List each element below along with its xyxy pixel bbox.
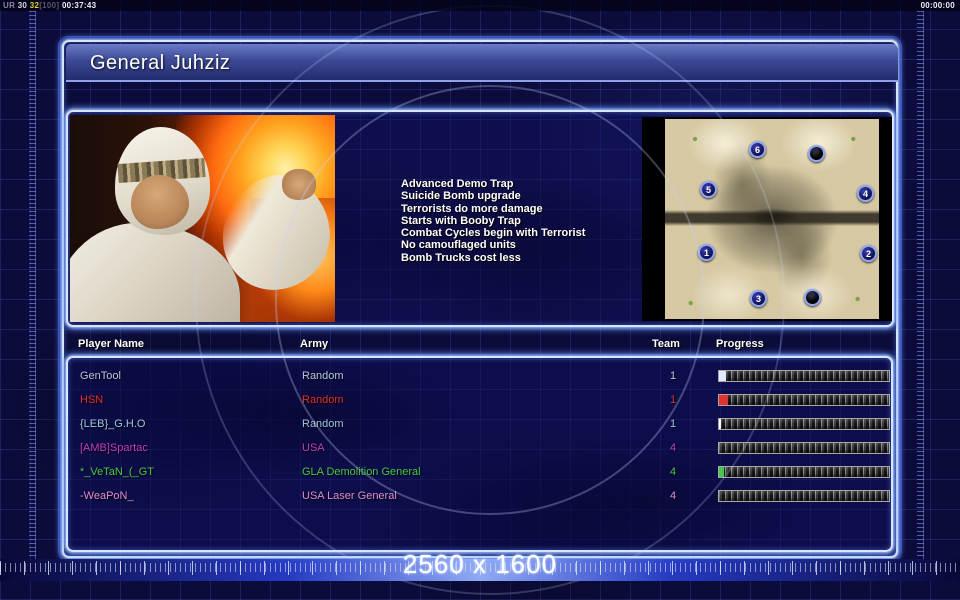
progress-bar-fill	[719, 419, 721, 429]
progress-bar-fill	[719, 395, 728, 405]
player-team: 1	[669, 418, 677, 430]
player-row: GenTool Random 1	[68, 366, 891, 390]
column-header-army: Army	[300, 338, 329, 350]
portrait-face	[130, 175, 190, 229]
start-position-marker-6: 6	[749, 141, 766, 158]
player-name: *_VeTaN_(_GT	[80, 466, 154, 478]
progress-bar	[718, 442, 890, 454]
column-header-team: Team	[652, 338, 680, 350]
gentool-fps: 30	[17, 1, 28, 10]
trait-line: Bomb Trucks cost less	[401, 251, 521, 264]
player-army: USA Laser General	[302, 490, 397, 502]
player-row: *_VeTaN_(_GT GLA Demolition General 4	[68, 462, 891, 486]
player-row: [AMB]Spartac USA 4	[68, 438, 891, 462]
player-row: HSN Random 1	[68, 390, 891, 414]
gentool-overlay: UR 30 32[100] 00:37:43	[3, 1, 96, 10]
start-position-marker-2: 2	[860, 245, 877, 262]
portrait-hand	[282, 168, 317, 200]
progress-bar	[718, 466, 890, 478]
column-header-progress: Progress	[716, 338, 764, 350]
progress-bar	[718, 394, 890, 406]
general-info-panel: Advanced Demo Trap Suicide Bomb upgrade Te…	[66, 110, 894, 327]
player-army: Random	[302, 418, 344, 430]
gentool-bracket: [100]	[39, 1, 60, 10]
minimap-terrain: 6 5 4 1 2 3	[665, 119, 879, 319]
trait-line: Suicide Bomb upgrade	[401, 190, 521, 203]
general-traits-list: Advanced Demo Trap Suicide Bomb upgrade Te…	[401, 178, 681, 264]
player-name: {LEB}_G.H.O	[80, 418, 146, 430]
loading-screen: UR 30 32[100] 00:37:43 00:00:00 General …	[0, 0, 960, 600]
trait-line: No camouflaged units	[401, 239, 516, 252]
player-army: Random	[302, 370, 344, 382]
player-army: GLA Demolition General	[302, 466, 421, 478]
player-team: 1	[669, 370, 677, 382]
status-bar: UR 30 32[100] 00:37:43 00:00:00	[0, 0, 960, 11]
player-team: 1	[669, 394, 677, 406]
player-name: HSN	[80, 394, 104, 406]
right-ruler	[917, 11, 924, 580]
progress-bar-fill	[719, 467, 725, 477]
player-army: Random	[302, 394, 344, 406]
start-position-marker	[808, 145, 825, 162]
progress-bar	[718, 418, 890, 430]
start-position-marker-5: 5	[700, 181, 717, 198]
player-team: 4	[669, 466, 677, 478]
start-position-marker-1: 1	[698, 244, 715, 261]
trait-line: Starts with Booby Trap	[401, 214, 521, 227]
player-table: GenTool Random 1 HSN Random 1 {LEB}_G.H.O Rando…	[66, 356, 893, 552]
player-name: GenTool	[80, 370, 121, 382]
left-ruler	[29, 11, 36, 580]
resolution-label: 2560 x 1600	[402, 549, 558, 579]
match-clock: 00:00:00	[920, 1, 955, 10]
progress-bar-fill	[719, 371, 726, 381]
start-position-marker-4: 4	[857, 185, 874, 202]
player-name: -WeaPoN_	[80, 490, 134, 502]
page-title: General Juhziz	[90, 52, 231, 74]
trait-line: Terrorists do more damage	[401, 202, 543, 215]
gentool-session-time: 00:37:43	[61, 1, 97, 10]
title-bar: General Juhziz	[66, 44, 898, 82]
progress-bar	[718, 490, 890, 502]
gentool-label: UR	[3, 1, 16, 10]
trait-line: Advanced Demo Trap	[401, 178, 514, 190]
player-team: 4	[669, 442, 677, 454]
player-table-header: Player Name Army Team Progress	[66, 338, 894, 354]
player-row: {LEB}_G.H.O Random 1	[68, 414, 891, 438]
progress-bar	[718, 370, 890, 382]
player-name: [AMB]Spartac	[80, 442, 148, 454]
start-position-marker	[804, 289, 821, 306]
general-portrait	[70, 115, 335, 322]
player-team: 4	[669, 490, 677, 502]
player-army: USA	[302, 442, 325, 454]
player-row: -WeaPoN_ USA Laser General 4	[68, 486, 891, 510]
gentool-ping: 32	[29, 1, 40, 10]
column-header-player-name: Player Name	[78, 338, 145, 350]
minimap: 6 5 4 1 2 3	[642, 117, 892, 321]
trait-line: Combat Cycles begin with Terrorist	[401, 227, 586, 240]
start-position-marker-3: 3	[750, 290, 767, 307]
